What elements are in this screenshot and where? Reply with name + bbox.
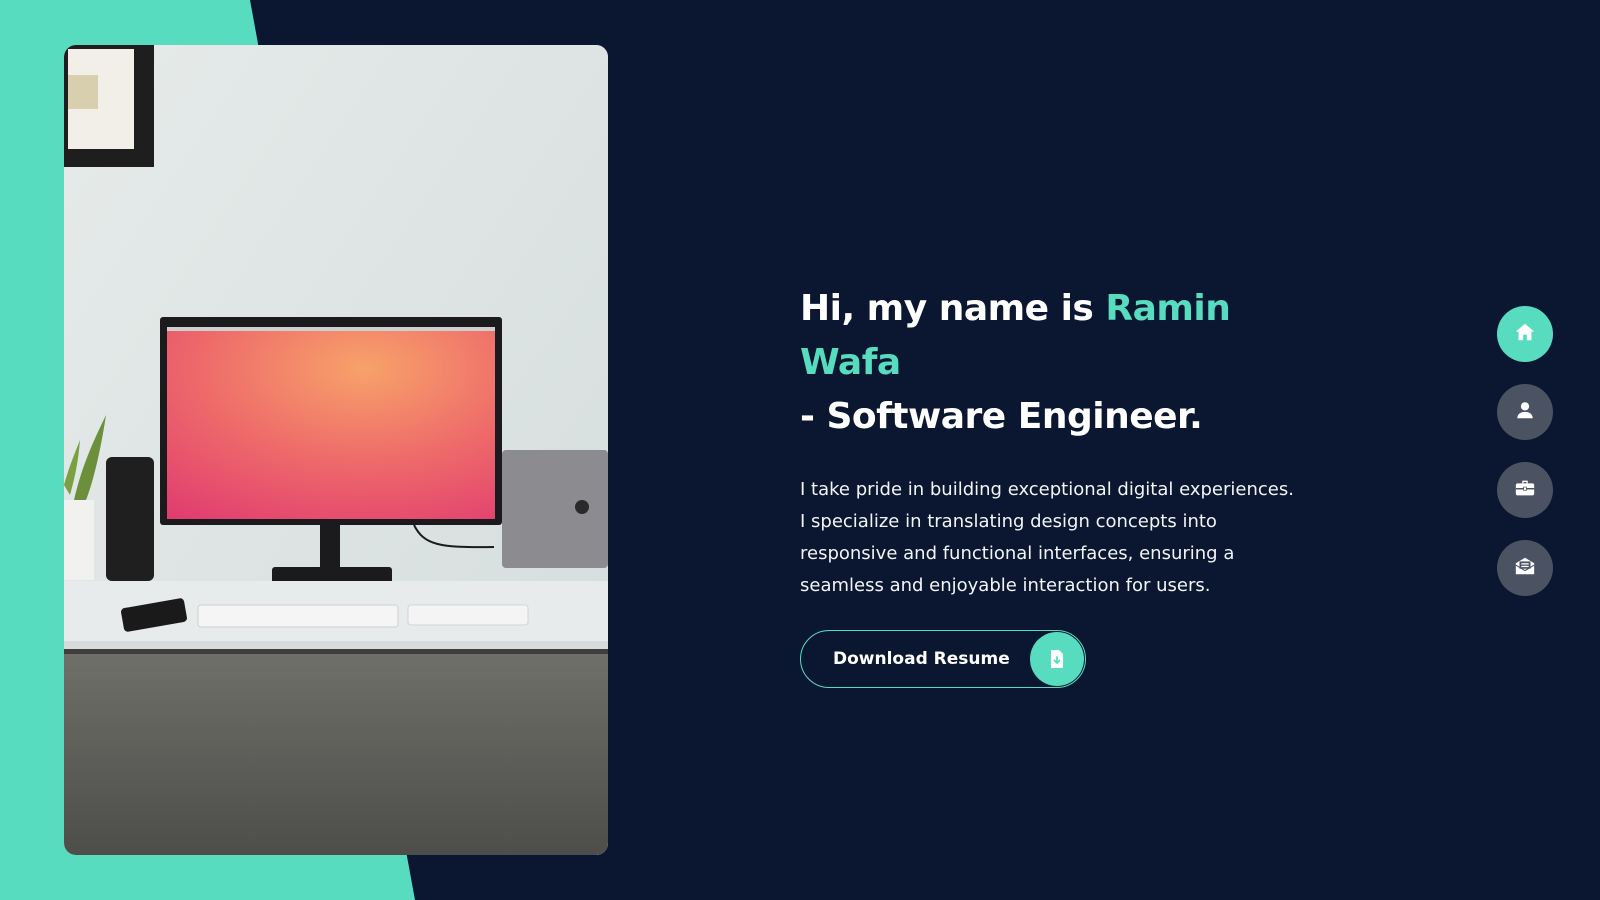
headline-greeting: Hi, my name is bbox=[800, 288, 1106, 329]
nav-home[interactable] bbox=[1497, 306, 1553, 362]
user-icon bbox=[1514, 399, 1536, 425]
headline-role: - Software Engineer. bbox=[800, 396, 1203, 437]
intro-section: Hi, my name is Ramin Wafa - Software Eng… bbox=[800, 282, 1320, 688]
home-icon bbox=[1514, 321, 1536, 347]
nav-portfolio[interactable] bbox=[1497, 462, 1553, 518]
download-resume-button[interactable]: Download Resume bbox=[800, 630, 1086, 688]
side-nav bbox=[1497, 306, 1553, 596]
hero-photo bbox=[64, 45, 608, 855]
headline: Hi, my name is Ramin Wafa - Software Eng… bbox=[800, 282, 1320, 444]
nav-about[interactable] bbox=[1497, 384, 1553, 440]
nav-contact[interactable] bbox=[1497, 540, 1553, 596]
bio-text: I take pride in building exceptional dig… bbox=[800, 479, 1294, 596]
mail-icon bbox=[1514, 555, 1536, 581]
file-download-icon bbox=[1030, 632, 1084, 686]
briefcase-icon bbox=[1514, 477, 1536, 503]
download-resume-label: Download Resume bbox=[833, 649, 1010, 669]
